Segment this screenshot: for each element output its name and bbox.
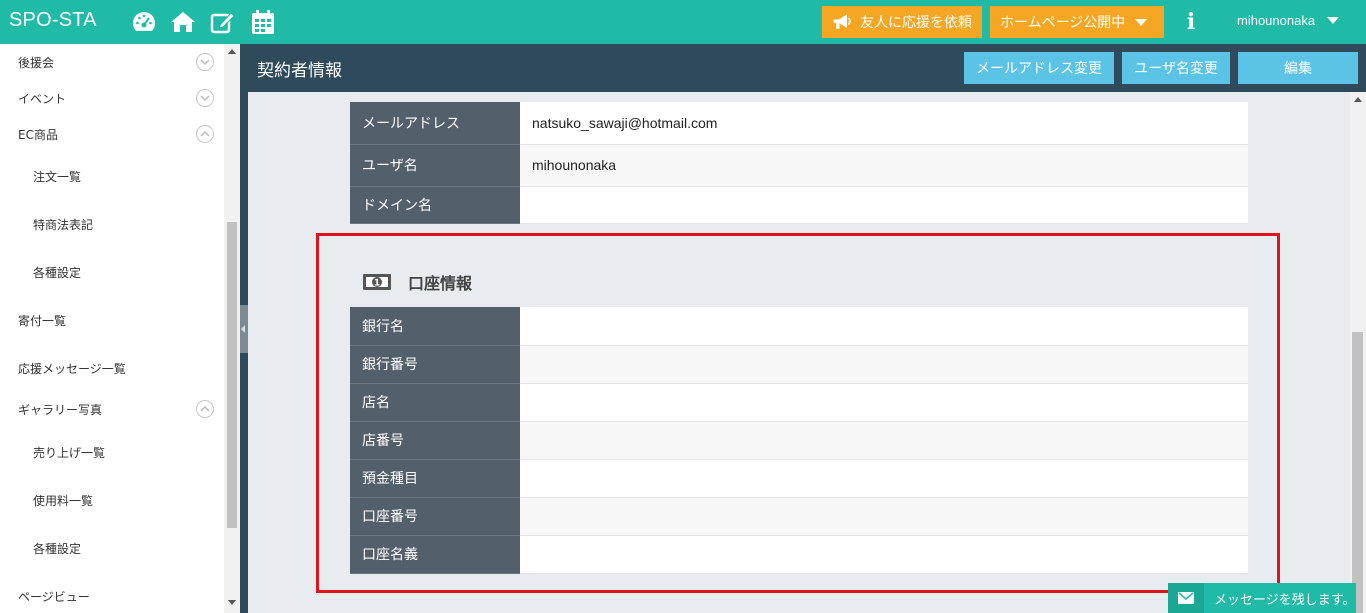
- leave-message-label: メッセージを残します。: [1214, 592, 1356, 608]
- megaphone-icon: [833, 14, 851, 29]
- sidebar-collapse-handle[interactable]: [240, 305, 248, 353]
- row-key: 預金種目: [350, 459, 520, 498]
- row-key: 口座番号: [350, 497, 520, 536]
- table-row: 店名: [350, 383, 1248, 422]
- sidebar-item-label: 注文一覧: [33, 169, 82, 184]
- sidebar-item-label: 応援メッセージ一覧: [18, 361, 126, 376]
- row-key: 店番号: [350, 421, 520, 460]
- brand-logo[interactable]: SPO-STA: [9, 9, 97, 32]
- edit-button[interactable]: 編集: [1238, 52, 1358, 84]
- table-row: ドメイン名: [350, 186, 1248, 224]
- homepage-status-label: ホームページ公開中: [1000, 15, 1126, 31]
- row-key: ユーザ名: [350, 144, 520, 187]
- chevron-up-icon[interactable]: [196, 400, 214, 418]
- table-row: 銀行番号: [350, 345, 1248, 384]
- sidebar-item-legal-notice[interactable]: 特商法表記: [0, 212, 224, 236]
- chevron-down-icon[interactable]: [196, 89, 214, 107]
- sidebar-item-label: イベント: [18, 91, 67, 106]
- row-value: natsuko_sawaji@hotmail.com: [520, 102, 1248, 145]
- change-username-button[interactable]: ユーザ名変更: [1122, 52, 1230, 84]
- row-value: [520, 421, 1248, 460]
- sidebar-item-label: 寄付一覧: [18, 313, 67, 328]
- bank-section-label: 口座情報: [408, 274, 473, 293]
- table-row: 口座番号: [350, 497, 1248, 536]
- table-row: 店番号: [350, 421, 1248, 460]
- table-row: 預金種目: [350, 459, 1248, 498]
- table-row: メールアドレス natsuko_sawaji@hotmail.com: [350, 102, 1248, 145]
- sidebar-item-donations[interactable]: 寄付一覧: [0, 308, 224, 332]
- invite-friend-button[interactable]: 友人に応援を依頼: [822, 6, 982, 38]
- sidebar-item-label: 特商法表記: [33, 217, 94, 232]
- scroll-up-arrow-icon[interactable]: [228, 49, 236, 54]
- row-key: ドメイン名: [350, 186, 520, 224]
- calendar-icon[interactable]: [249, 8, 277, 36]
- sidebar-item-fees[interactable]: 使用料一覧: [0, 488, 224, 512]
- svg-text:1: 1: [374, 279, 380, 289]
- home-icon[interactable]: [169, 8, 197, 36]
- bank-section-title: 1 口座情報: [362, 270, 472, 294]
- row-value: [520, 307, 1248, 346]
- row-value: mihounonaka: [520, 144, 1248, 187]
- row-value: [520, 497, 1248, 536]
- row-key: 口座名義: [350, 535, 520, 574]
- page-title: 契約者情報: [257, 61, 342, 81]
- row-value: [520, 535, 1248, 574]
- row-key: 銀行番号: [350, 345, 520, 384]
- account-info-table: メールアドレス natsuko_sawaji@hotmail.com ユーザ名 mi…: [350, 102, 1248, 224]
- sidebar-item-label: ページビュー: [18, 589, 90, 604]
- sidebar-item-ec-products[interactable]: EC商品: [0, 122, 224, 146]
- sidebar-item-orders[interactable]: 注文一覧: [0, 164, 224, 188]
- chevron-down-icon: [1327, 17, 1340, 24]
- user-name-label: mihounonaka: [1237, 13, 1316, 28]
- dashboard-icon[interactable]: [130, 8, 158, 36]
- sidebar-scrollbar-thumb[interactable]: [227, 222, 237, 528]
- scroll-up-arrow-icon[interactable]: [1354, 97, 1362, 102]
- user-menu[interactable]: mihounonaka: [1237, 13, 1340, 28]
- row-key: メールアドレス: [350, 102, 520, 145]
- sidebar-item-label: 後援会: [18, 55, 55, 70]
- main-scrollbar-thumb[interactable]: [1352, 332, 1363, 613]
- sidebar-item-events[interactable]: イベント: [0, 86, 224, 110]
- sidebar-item-label: EC商品: [18, 127, 58, 142]
- sidebar-item-label: 各種設定: [33, 541, 82, 556]
- mail-icon: [1168, 583, 1204, 613]
- bank-info-table: 銀行名 銀行番号 店名 店番号 預金種目 口座番号 口座名義: [350, 307, 1248, 574]
- sidebar-item-page-views[interactable]: ページビュー: [0, 584, 224, 608]
- table-row: 口座名義: [350, 535, 1248, 574]
- homepage-status-dropdown[interactable]: ホームページ公開中: [990, 6, 1164, 38]
- info-icon[interactable]: i: [1184, 10, 1198, 34]
- scroll-down-arrow-icon[interactable]: [228, 600, 236, 605]
- table-row: ユーザ名 mihounonaka: [350, 144, 1248, 187]
- sidebar-item-label: 売り上げ一覧: [33, 445, 106, 460]
- sidebar-item-ec-settings[interactable]: 各種設定: [0, 260, 224, 284]
- row-value: [520, 459, 1248, 498]
- edit-icon[interactable]: [209, 8, 237, 36]
- chevron-down-icon[interactable]: [196, 53, 214, 71]
- sidebar-item-label: ギャラリー写真: [18, 402, 103, 417]
- leave-message-button[interactable]: メッセージを残します。: [1168, 583, 1356, 613]
- invite-friend-label: 友人に応援を依頼: [860, 15, 972, 31]
- table-row: 銀行名: [350, 307, 1248, 346]
- row-value: [520, 383, 1248, 422]
- row-value: [520, 186, 1248, 224]
- row-key: 店名: [350, 383, 520, 422]
- change-email-button[interactable]: メールアドレス変更: [964, 52, 1114, 84]
- sidebar-item-supporters[interactable]: 後援会: [0, 50, 224, 74]
- sidebar-item-label: 各種設定: [33, 265, 82, 280]
- sidebar-item-support-messages[interactable]: 応援メッセージ一覧: [0, 356, 224, 380]
- sidebar: 後援会 イベント EC商品 注文一覧 特商法表記 各種設定 寄付一覧 応援メッセ…: [0, 44, 240, 613]
- row-value: [520, 345, 1248, 384]
- banknote-icon: 1: [363, 274, 391, 290]
- sidebar-item-gallery-settings[interactable]: 各種設定: [0, 536, 224, 560]
- chevron-up-icon[interactable]: [196, 125, 214, 143]
- sidebar-item-gallery[interactable]: ギャラリー写真: [0, 397, 224, 421]
- sidebar-item-label: 使用料一覧: [33, 493, 94, 508]
- chevron-down-icon: [1135, 18, 1148, 26]
- row-key: 銀行名: [350, 307, 520, 346]
- sidebar-item-sales[interactable]: 売り上げ一覧: [0, 440, 224, 464]
